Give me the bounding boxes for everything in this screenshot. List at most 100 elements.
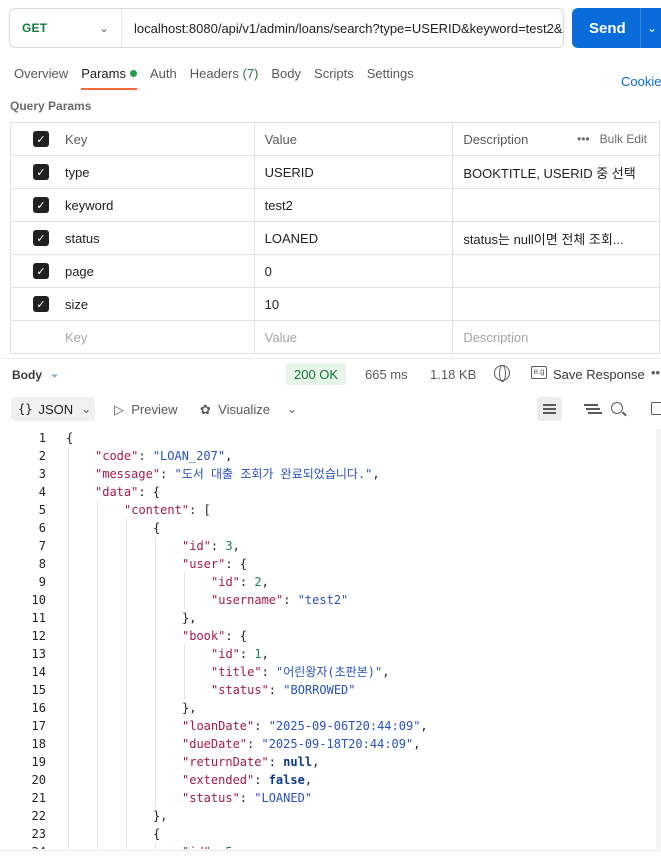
line-number: 20: [31, 773, 46, 787]
code-token: ,: [261, 647, 269, 661]
param-description[interactable]: BOOKTITLE, USERID 중 선택: [453, 156, 660, 188]
code-line: 1{: [0, 429, 656, 447]
code-line: 19 "returnDate": null,: [0, 753, 656, 771]
save-response-button[interactable]: Save Response: [553, 367, 645, 382]
code-token: : {: [225, 629, 248, 643]
param-value[interactable]: USERID: [255, 156, 454, 188]
indent-guide: [155, 591, 156, 609]
code-line: 7 "id": 3,: [0, 537, 656, 555]
chevron-down-icon[interactable]: ⌄: [641, 21, 657, 35]
param-key[interactable]: type: [55, 156, 255, 188]
tab-settings[interactable]: Settings: [367, 66, 414, 90]
method-select[interactable]: GET ⌄: [10, 9, 122, 47]
code-token: "dueDate": [182, 737, 248, 751]
format-select[interactable]: {} JSON ⌄: [11, 397, 95, 421]
status-badge[interactable]: 200 OK: [286, 363, 347, 385]
param-value[interactable]: test2: [255, 189, 454, 221]
chevron-down-icon[interactable]: ⌄: [50, 367, 59, 380]
code-token: ,: [232, 539, 240, 553]
code-line: 11},: [0, 609, 656, 627]
visualize-icon: ✿: [200, 402, 211, 417]
tab-headers[interactable]: Headers (7): [190, 66, 259, 90]
param-description[interactable]: [453, 255, 660, 287]
code-token: : {: [138, 485, 161, 499]
tab-overview[interactable]: Overview: [14, 66, 68, 90]
new-value-input[interactable]: Value: [255, 321, 454, 353]
param-key[interactable]: size: [55, 288, 255, 320]
indent-guide: [68, 555, 69, 573]
wrap-lines-icon[interactable]: [537, 397, 562, 421]
response-size[interactable]: 1.18 KB: [430, 367, 476, 382]
response-view-toolbar: {} JSON ⌄ ▷ Preview ✿ Visualize ⌄: [0, 395, 661, 423]
code-token: :: [239, 575, 255, 589]
chevron-down-icon[interactable]: ⌄: [287, 402, 297, 416]
row-checkbox-cell: ✓: [11, 189, 55, 221]
code-token: },: [182, 611, 197, 625]
row-checkbox-cell: ✓: [11, 222, 55, 254]
tab-scripts[interactable]: Scripts: [314, 66, 354, 90]
tab-params[interactable]: Params: [81, 66, 137, 90]
url-input[interactable]: localhost:8080/api/v1/admin/loans/search…: [122, 20, 563, 36]
checkbox-checked-icon[interactable]: ✓: [33, 164, 49, 180]
indent-guide: [126, 681, 127, 699]
filter-icon[interactable]: [584, 404, 598, 406]
response-bar: Body ⌄ 200 OK 665 ms 1.18 KB e.g Save Re…: [0, 358, 661, 388]
preview-button[interactable]: ▷ Preview: [114, 402, 177, 418]
more-horizontal-icon[interactable]: •••: [577, 132, 590, 146]
code-text: {: [153, 825, 160, 843]
response-time[interactable]: 665 ms: [365, 367, 408, 382]
indent-guide: [155, 789, 156, 807]
copy-icon[interactable]: [651, 402, 661, 415]
checkbox-checked-icon[interactable]: ✓: [33, 131, 49, 147]
table-row: ✓ size 10: [11, 288, 660, 321]
indent-guide: [155, 717, 156, 735]
params-table: ✓ Key Value Description ••• Bulk Edit ✓ t…: [10, 122, 660, 354]
globe-icon[interactable]: [494, 365, 510, 382]
tab-auth[interactable]: Auth: [150, 66, 177, 90]
indent-guide: [68, 699, 69, 717]
indent-guide: [97, 501, 98, 519]
search-icon[interactable]: [611, 402, 623, 414]
indent-guide: [97, 789, 98, 807]
code-token: },: [153, 809, 168, 823]
save-response-icon[interactable]: e.g: [531, 366, 547, 379]
checkbox-checked-icon[interactable]: ✓: [33, 230, 49, 246]
select-all-cell[interactable]: ✓: [11, 123, 55, 155]
code-line: 22},: [0, 807, 656, 825]
visualize-button[interactable]: ✿ Visualize: [200, 402, 270, 418]
new-key-input[interactable]: Key: [55, 321, 255, 353]
param-value[interactable]: 10: [255, 288, 454, 320]
checkbox-checked-icon[interactable]: ✓: [33, 263, 49, 279]
code-token: :: [261, 665, 277, 679]
param-value[interactable]: 0: [255, 255, 454, 287]
param-description[interactable]: status는 null이면 전체 조회...: [453, 222, 660, 254]
indent-guide: [68, 591, 69, 609]
param-description[interactable]: [453, 288, 660, 320]
cookies-link[interactable]: Cookie: [621, 74, 661, 89]
bulk-edit-button[interactable]: ••• Bulk Edit: [577, 132, 647, 146]
code-line: 5 "content": [: [0, 501, 656, 519]
play-icon: ▷: [114, 402, 124, 417]
response-body-code[interactable]: 1{2 "code": "LOAN_207", 3 "message": "도서 대출…: [0, 429, 656, 849]
table-row: ✓ status LOANED status는 null이면 전체 조회...: [11, 222, 660, 255]
checkbox-checked-icon[interactable]: ✓: [33, 296, 49, 312]
code-token: "extended": [182, 773, 255, 787]
response-section-label[interactable]: Body: [12, 368, 42, 382]
code-token: "id": [211, 575, 240, 589]
param-key[interactable]: status: [55, 222, 255, 254]
param-description[interactable]: [453, 189, 660, 221]
indent-guide: [97, 717, 98, 735]
indent-guide: [97, 699, 98, 717]
param-value[interactable]: LOANED: [255, 222, 454, 254]
param-key[interactable]: keyword: [55, 189, 255, 221]
tab-body[interactable]: Body: [271, 66, 301, 90]
send-button[interactable]: Send ⌄: [572, 8, 661, 48]
code-token: :: [283, 593, 298, 607]
checkbox-checked-icon[interactable]: ✓: [33, 197, 49, 213]
indent-guide: [68, 807, 69, 825]
new-description-input[interactable]: Description: [453, 321, 660, 353]
param-key[interactable]: page: [55, 255, 255, 287]
url-host: localhost:8080: [134, 20, 218, 36]
code-scrollbar[interactable]: [656, 429, 661, 849]
more-horizontal-icon[interactable]: ••: [651, 365, 660, 380]
